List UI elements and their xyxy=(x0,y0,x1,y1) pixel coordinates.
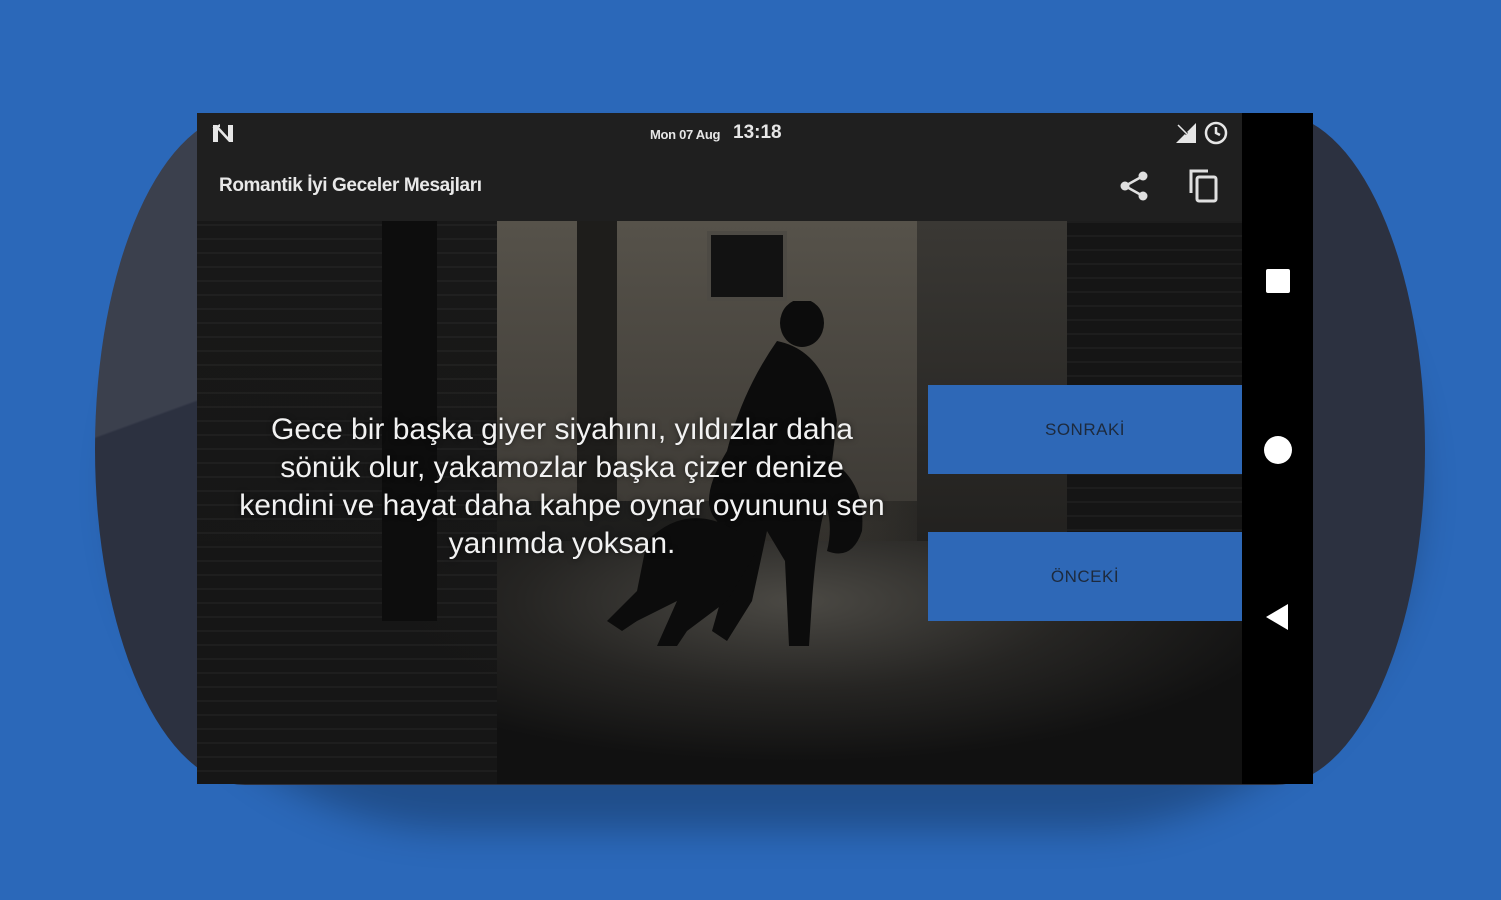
copy-icon[interactable] xyxy=(1186,168,1220,204)
phone-screen: Mon 07 Aug 13:18 Romantik İyi Geceler Me… xyxy=(197,113,1313,784)
alarm-icon xyxy=(1204,121,1228,145)
square-icon[interactable] xyxy=(1266,269,1290,293)
status-time: 13:18 xyxy=(733,122,782,143)
n-icon xyxy=(212,124,233,142)
status-date: Mon 07 Aug xyxy=(650,127,721,142)
navigation-bar xyxy=(1242,113,1313,784)
status-bar: Mon 07 Aug 13:18 xyxy=(197,113,1242,153)
signal-icon xyxy=(1176,123,1196,143)
triangle-back-icon[interactable] xyxy=(1264,603,1290,631)
share-icon[interactable] xyxy=(1117,169,1151,203)
app-title: Romantik İyi Geceler Mesajları xyxy=(219,175,482,196)
app-toolbar: Romantik İyi Geceler Mesajları xyxy=(197,153,1242,221)
circle-icon[interactable] xyxy=(1264,436,1292,464)
message-quote: Gece bir başka giyer siyahını, yıldızlar… xyxy=(239,413,885,560)
previous-button[interactable]: ÖNCEKİ xyxy=(928,532,1242,621)
next-button[interactable]: SONRAKİ xyxy=(928,385,1242,474)
